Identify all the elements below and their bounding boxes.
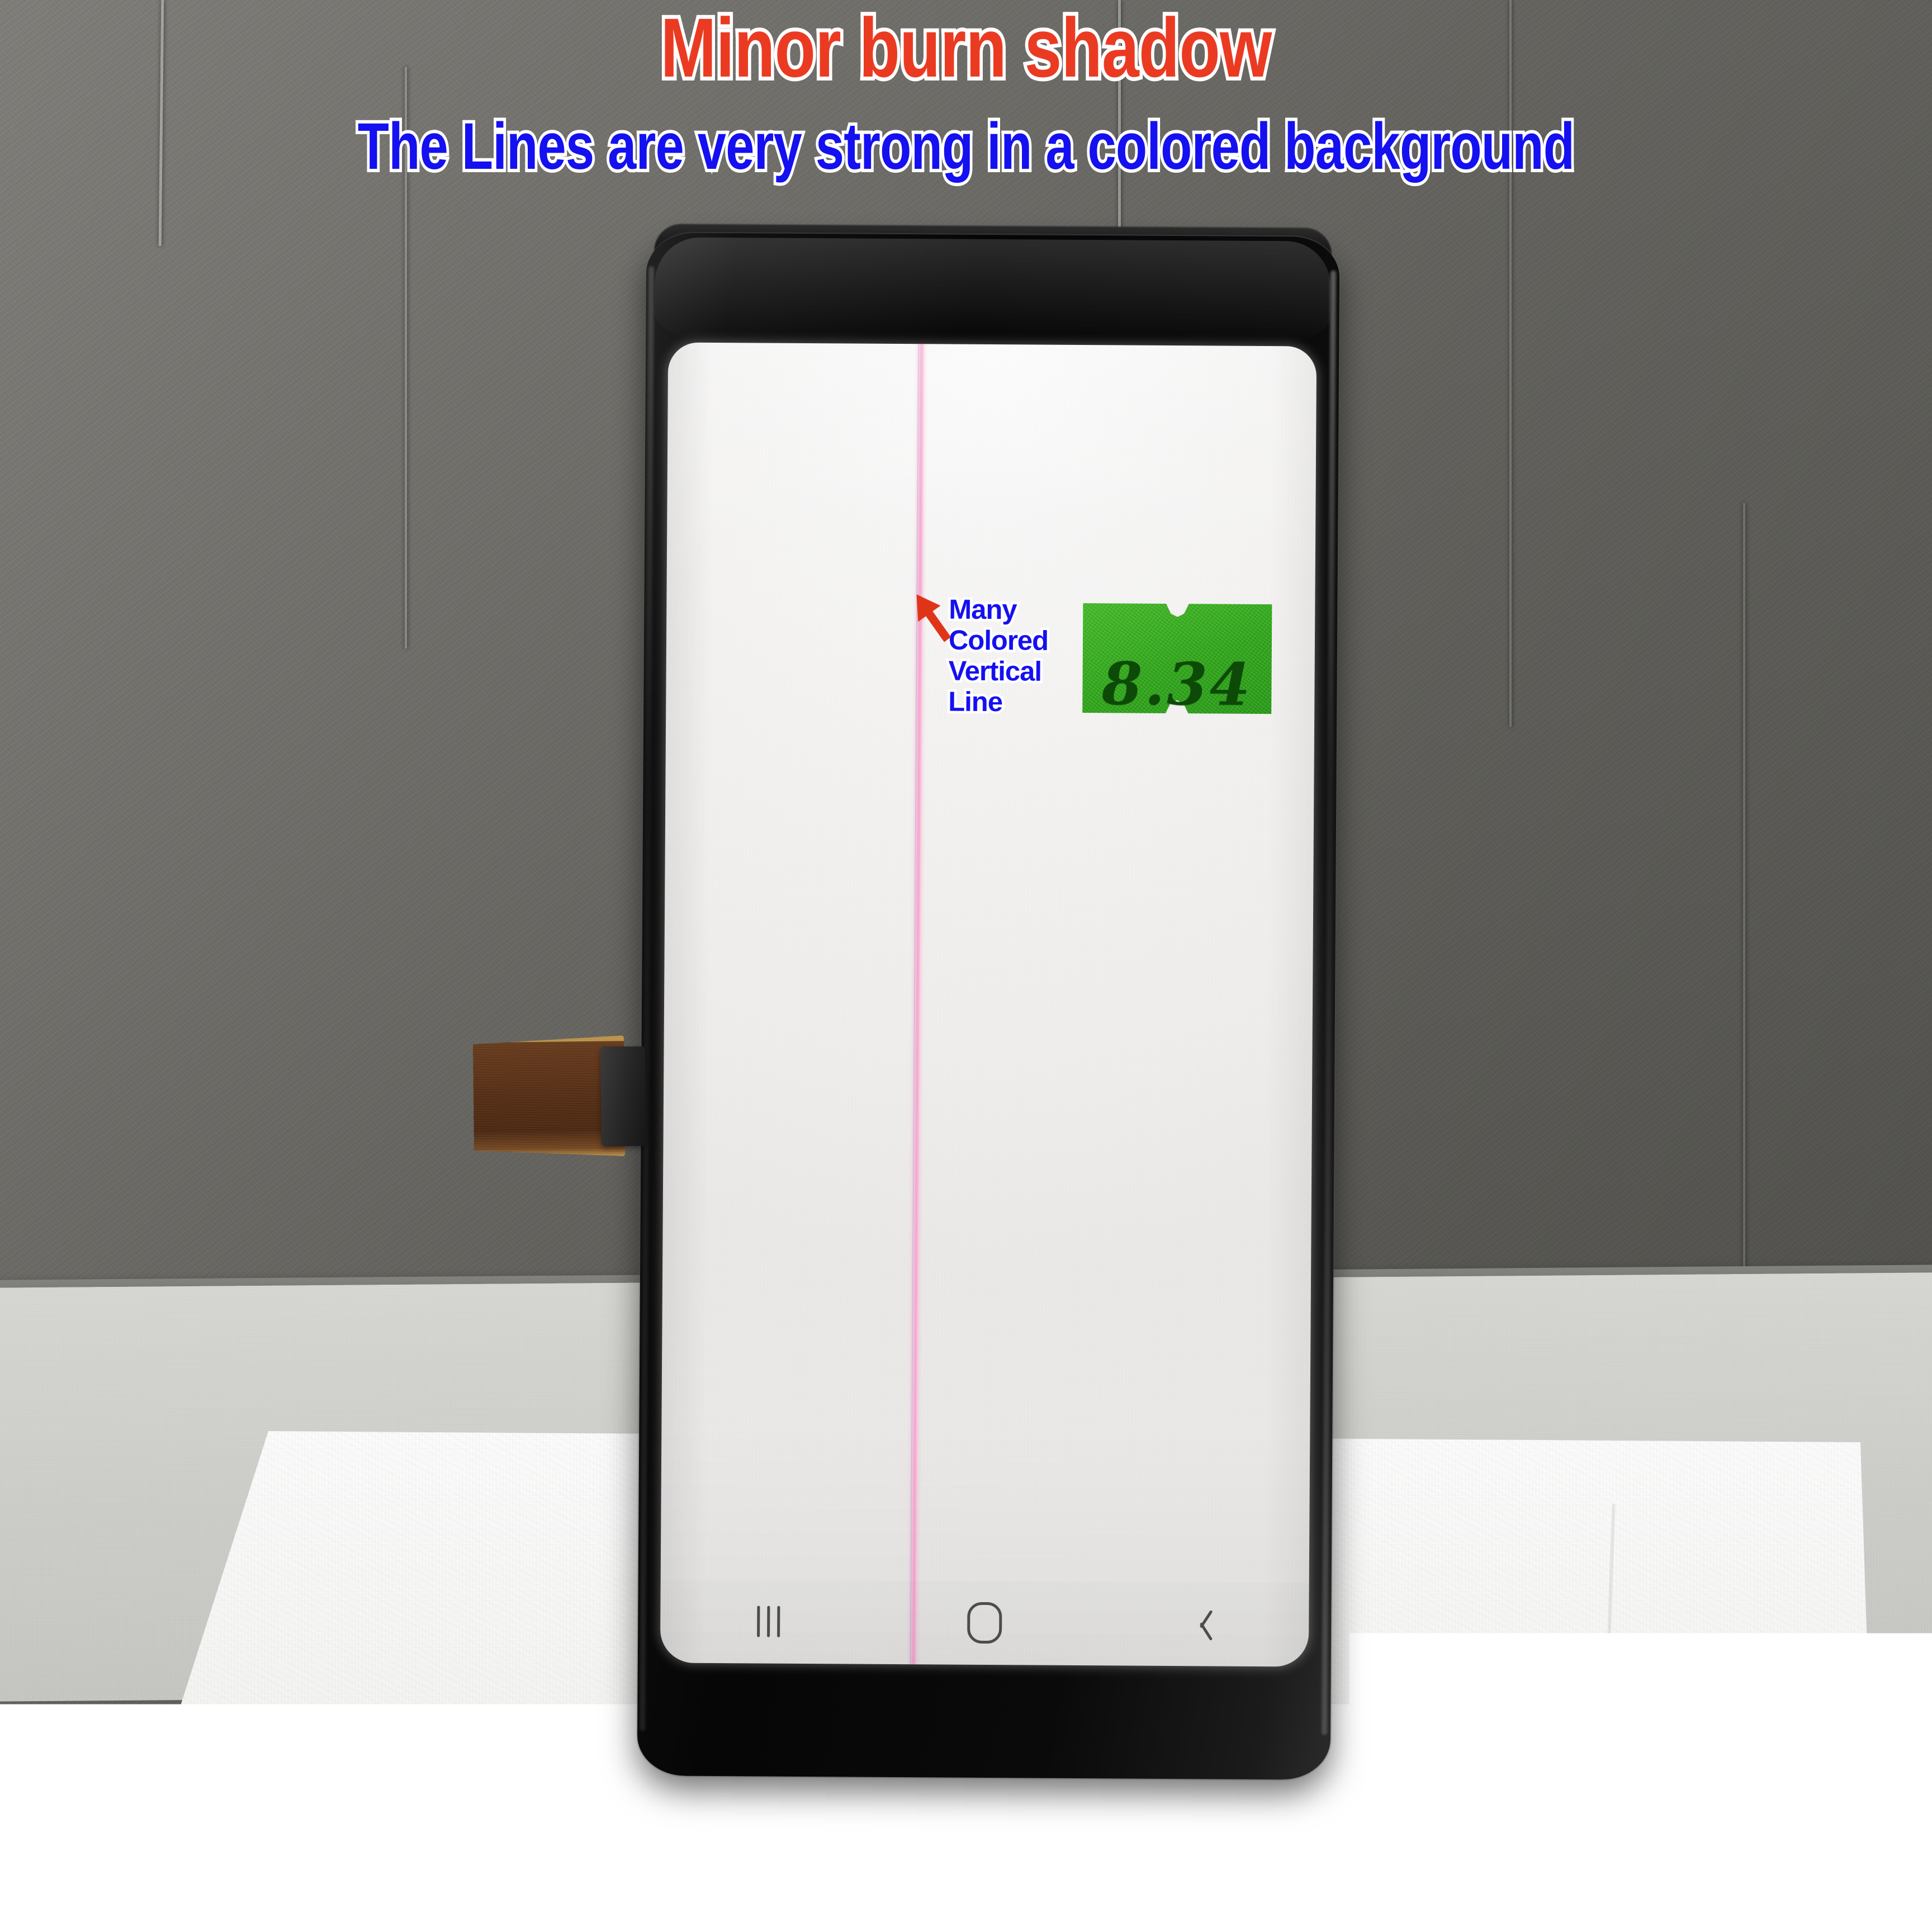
defect-annotation-line-4: Line <box>948 686 1048 718</box>
defect-annotation-line-3: Vertical <box>948 656 1048 687</box>
page-title: Minor burn shadow <box>193 3 1739 92</box>
wall-seam <box>1509 0 1512 727</box>
screenshot-root: Minor burn shadow The Lines are very str… <box>0 0 1932 1932</box>
defect-annotation: Many Colored Vertical Line <box>948 595 1048 718</box>
nav-back-button[interactable] <box>1150 1582 1251 1666</box>
wall-seam <box>1743 503 1745 1342</box>
screen-vignette <box>660 342 1317 1666</box>
android-navigation-bar <box>660 1579 1309 1666</box>
price-sticker-value: 8.34 <box>1082 603 1272 714</box>
arrow-up-left-icon <box>910 589 977 656</box>
display-flex-cable <box>473 1025 654 1167</box>
device-screen[interactable]: 8.34 Many Colored Vertical Line <box>660 342 1317 1666</box>
recents-icon <box>757 1606 780 1637</box>
nav-recents-button[interactable] <box>718 1579 819 1664</box>
screen-grain <box>660 342 1317 1666</box>
nav-home-button[interactable] <box>934 1580 1035 1665</box>
phone-device[interactable]: 8.34 Many Colored Vertical Line <box>637 233 1340 1780</box>
flex-connector <box>600 1046 646 1147</box>
page-subtitle: The Lines are very strong in a colored b… <box>212 112 1720 182</box>
defect-vertical-line <box>910 344 924 1664</box>
back-chevron-icon <box>1190 1607 1211 1641</box>
home-icon <box>967 1602 1002 1644</box>
